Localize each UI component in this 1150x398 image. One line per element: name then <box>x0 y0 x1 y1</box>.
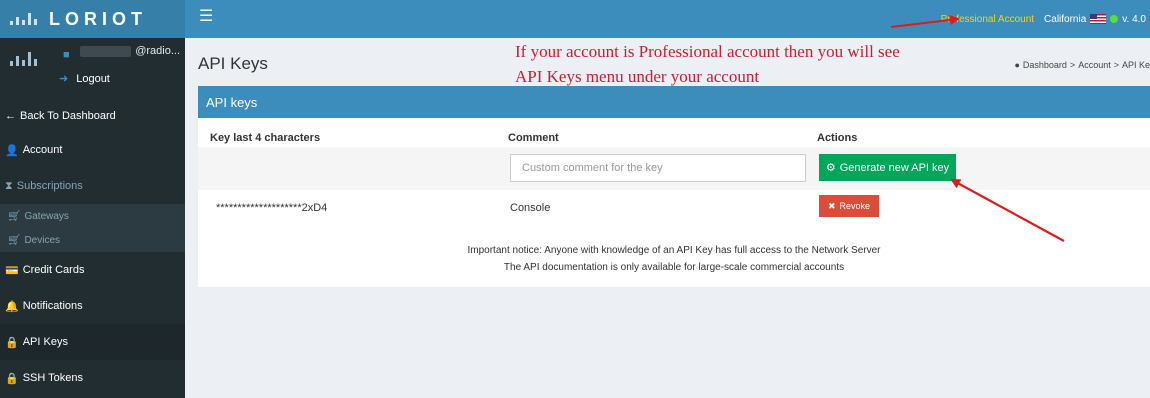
generate-button-label: Generate new API key <box>839 161 950 174</box>
annotation-line-1: If your account is Professional account … <box>515 42 900 61</box>
bell-icon: 🔔 <box>5 300 19 313</box>
loriot-mark-icon <box>10 52 37 66</box>
dashboard-icon: ● <box>1014 60 1020 70</box>
notice-line-2: The API documentation is only available … <box>503 262 845 273</box>
sidebar-item-api-keys[interactable]: 🔒 API Keys <box>0 324 185 360</box>
comment-input[interactable] <box>510 154 806 182</box>
column-header-actions: Actions <box>817 132 858 144</box>
sidebar-item-label: Devices <box>24 234 61 246</box>
region-label: California <box>1044 13 1087 25</box>
sidebar-item-label: Subscriptions <box>16 180 83 192</box>
us-flag-icon <box>1090 14 1107 24</box>
hourglass-icon: ⧗ <box>5 179 13 192</box>
user-panel: ■ @radio... ➜ Logout <box>0 38 185 100</box>
redacted-block <box>80 45 132 57</box>
sidebar-item-subscriptions[interactable]: ⧗ Subscriptions <box>0 168 185 204</box>
brand-logo[interactable]: LORIOT <box>0 0 185 38</box>
sidebar-item-label: Gateways <box>24 210 69 222</box>
close-icon: ✖ <box>827 200 836 211</box>
logout-icon: ➜ <box>59 73 69 85</box>
credit-card-icon: 💳 <box>5 264 19 277</box>
sidebar-item-label: Notifications <box>22 300 83 312</box>
sidebar-item-devices[interactable]: 🛒 Devices <box>0 228 185 252</box>
lock-icon: 🔒 <box>5 372 19 385</box>
top-navbar: LORIOT ☰ Professional Account California… <box>0 0 1150 38</box>
sidebar-item-notifications[interactable]: 🔔 Notifications <box>0 288 185 324</box>
column-header-key: Key last 4 characters <box>210 132 321 144</box>
breadcrumb-separator: > <box>1069 60 1076 70</box>
status-dot-icon <box>1110 15 1119 23</box>
panel-title: API keys <box>198 86 1150 118</box>
account-type-label[interactable]: Professional Account <box>941 14 1034 25</box>
hamburger-icon[interactable]: ☰ <box>199 9 213 25</box>
version-label: v. 4.0 <box>1122 13 1146 25</box>
column-header-comment: Comment <box>508 132 559 144</box>
logout-label: Logout <box>76 72 110 85</box>
sidebar-item-account[interactable]: 👤 Account <box>0 132 185 168</box>
breadcrumb-account[interactable]: Account <box>1078 60 1111 70</box>
sidebar: ■ @radio... ➜ Logout ← Back To Dashboard… <box>0 38 185 398</box>
sidebar-item-label: Back To Dashboard <box>20 110 116 122</box>
notice-line-1: Important notice: Anyone with knowledge … <box>467 245 881 256</box>
sidebar-item-credit-cards[interactable]: 💳 Credit Cards <box>0 252 185 288</box>
sidebar-item-back-to-dashboard[interactable]: ← Back To Dashboard <box>0 100 185 132</box>
logo-text: LORIOT <box>49 8 147 29</box>
breadcrumb-separator: > <box>1113 60 1119 70</box>
sidebar-item-label: Credit Cards <box>22 264 85 276</box>
cart-icon: 🛒 <box>8 210 21 222</box>
page-title: API Keys <box>198 54 268 73</box>
gear-icon: ⚙ <box>825 162 836 174</box>
key-comment: Console <box>510 202 551 214</box>
logo-mark-icon <box>10 13 37 25</box>
account-info: Professional Account California v. 4.0 <box>941 0 1150 38</box>
revoke-button[interactable]: ✖ Revoke <box>819 195 879 217</box>
tutorial-annotation: If your account is Professional account … <box>515 39 900 89</box>
sidebar-item-gateways[interactable]: 🛒 Gateways <box>0 204 185 228</box>
cart-icon: 🛒 <box>8 234 21 246</box>
logout-link[interactable]: ➜ Logout <box>59 72 110 86</box>
sidebar-item-label: API Keys <box>22 336 68 348</box>
user-icon: ■ <box>63 49 70 61</box>
key-value: ********************2xD4 <box>216 202 328 214</box>
revoke-button-label: Revoke <box>839 201 871 211</box>
user-icon: 👤 <box>5 144 19 157</box>
breadcrumb: ● Dashboard > Account > API Ke <box>1014 60 1150 70</box>
region-selector[interactable]: California v. 4.0 <box>1044 14 1146 25</box>
sidebar-item-ssh-tokens[interactable]: 🔒 SSH Tokens <box>0 360 185 396</box>
api-keys-panel: API keys Key last 4 characters Comment A… <box>198 86 1150 287</box>
breadcrumb-api-keys: API Ke <box>1121 60 1150 70</box>
arrow-left-icon: ← <box>5 110 16 122</box>
sidebar-item-label: SSH Tokens <box>22 372 84 384</box>
user-email-text: @radio... <box>135 45 180 57</box>
new-key-form-row: ⚙ Generate new API key <box>198 147 1150 190</box>
generate-api-key-button[interactable]: ⚙ Generate new API key <box>819 154 956 181</box>
user-email: @radio... <box>80 44 180 58</box>
lock-icon: 🔒 <box>5 336 19 349</box>
breadcrumb-dashboard[interactable]: Dashboard <box>1023 60 1067 70</box>
sidebar-item-label: Account <box>22 144 63 156</box>
